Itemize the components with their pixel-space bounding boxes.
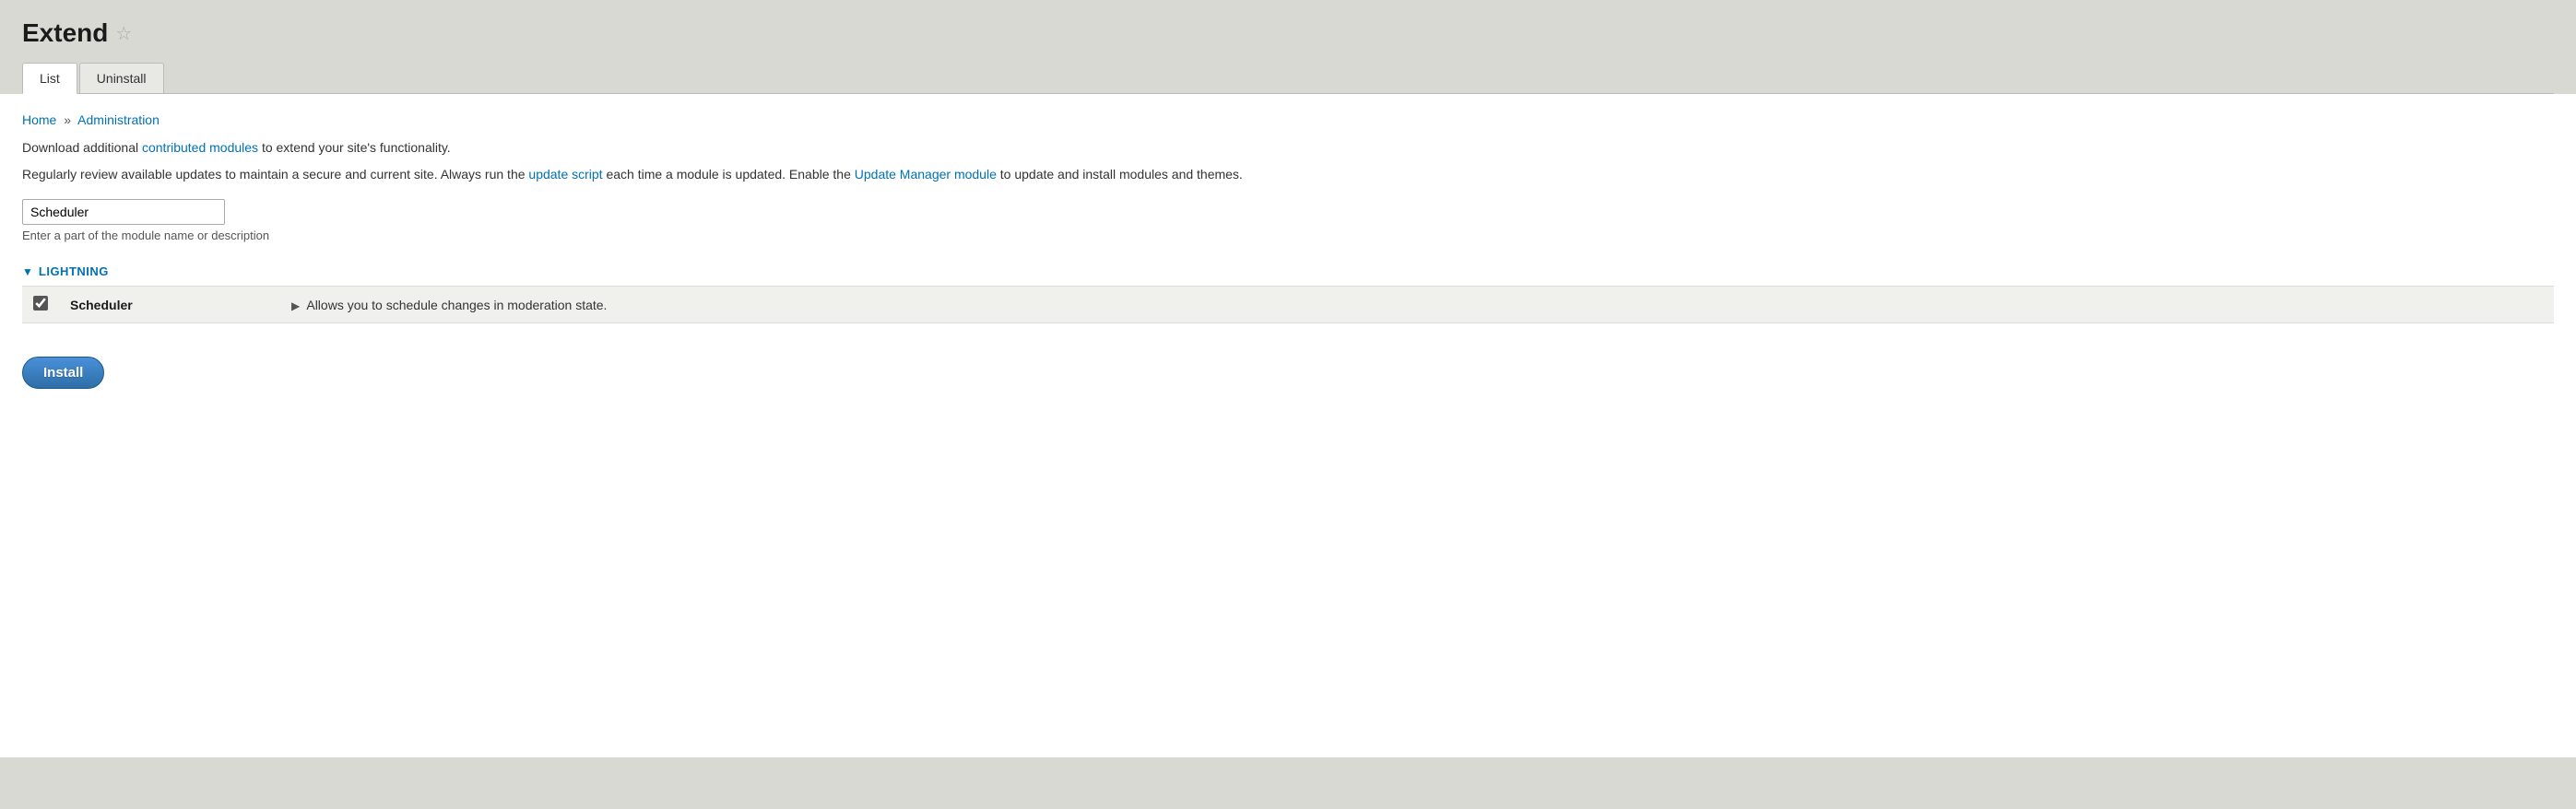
filter-hint: Enter a part of the module name or descr… [22,229,2554,242]
breadcrumb-separator: » [64,112,71,127]
tab-list[interactable]: List [22,63,77,94]
breadcrumb: Home » Administration [22,112,2554,127]
favorite-star-icon[interactable]: ☆ [115,22,132,45]
desc1-suffix: to extend your site's functionality. [258,140,451,155]
section-toggle-icon[interactable]: ▼ [22,265,33,278]
section-header-lightning: ▼ LIGHTNING [22,264,2554,278]
desc2-middle: each time a module is updated. Enable th… [603,167,855,182]
module-filter-input[interactable] [22,199,225,225]
breadcrumb-administration-link[interactable]: Administration [77,112,160,127]
page-wrapper: Extend ☆ List Uninstall Home » Administr… [0,0,2576,809]
section-title-lightning: LIGHTNING [39,264,109,278]
module-description: Allows you to schedule changes in modera… [306,298,607,312]
scheduler-checkbox[interactable] [33,296,48,311]
description-line-1: Download additional contributed modules … [22,138,2554,158]
contributed-modules-link[interactable]: contributed modules [142,140,258,155]
update-manager-link[interactable]: Update Manager module [855,167,997,182]
tabs-row: List Uninstall [22,63,2554,94]
page-title-row: Extend ☆ [22,18,2554,48]
tab-uninstall[interactable]: Uninstall [79,63,164,93]
desc2-prefix: Regularly review available updates to ma… [22,167,528,182]
module-description-cell: ▶ Allows you to schedule changes in mode… [280,287,2554,323]
update-script-link[interactable]: update script [528,167,602,182]
breadcrumb-home-link[interactable]: Home [22,112,56,127]
module-checkbox-cell [22,287,59,323]
install-button[interactable]: Install [22,357,104,389]
module-desc-toggle-icon[interactable]: ▶ [291,299,300,312]
modules-table: Scheduler ▶ Allows you to schedule chang… [22,286,2554,323]
desc1-prefix: Download additional [22,140,142,155]
module-name: Scheduler [70,298,133,312]
filter-section: Enter a part of the module name or descr… [22,199,2554,242]
desc2-suffix: to update and install modules and themes… [997,167,1243,182]
page-title: Extend [22,18,108,48]
content-area: Home » Administration Download additiona… [0,94,2576,757]
header-area: Extend ☆ List Uninstall [0,0,2576,94]
description-line-2: Regularly review available updates to ma… [22,165,2554,184]
table-row: Scheduler ▶ Allows you to schedule chang… [22,287,2554,323]
module-name-cell: Scheduler [59,287,280,323]
